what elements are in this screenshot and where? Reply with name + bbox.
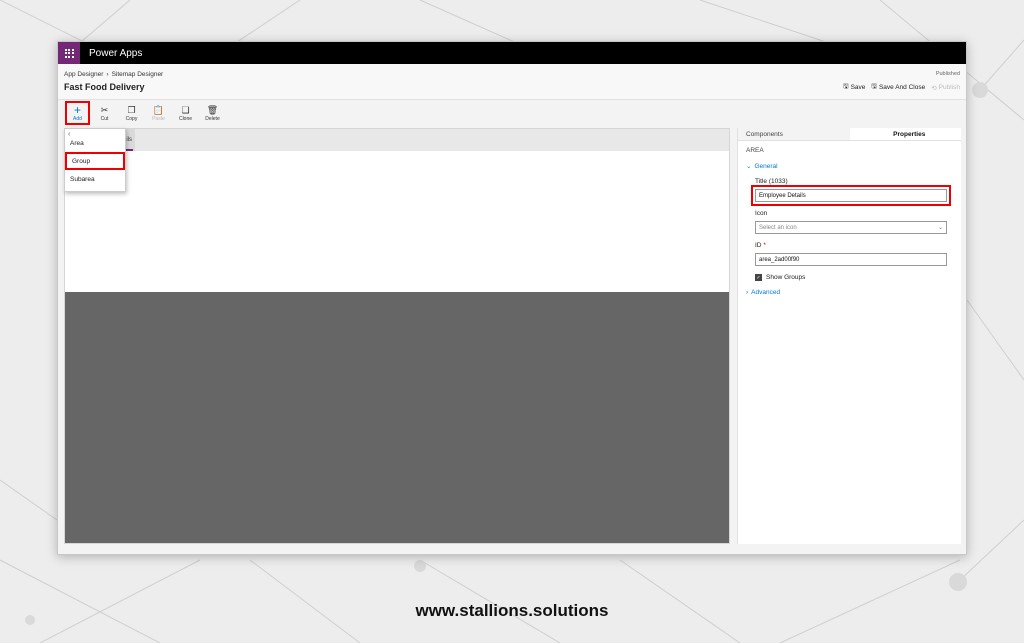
paste-button[interactable]: 📋 Paste: [146, 101, 171, 125]
show-groups-row[interactable]: ✓ Show Groups: [738, 274, 961, 281]
add-menu-item-subarea[interactable]: Subarea: [65, 170, 125, 188]
breadcrumb: App Designer › Sitemap Designer: [64, 71, 163, 78]
panel-heading: AREA: [746, 147, 764, 154]
tab-components[interactable]: Components: [738, 128, 850, 140]
general-section-toggle[interactable]: ⌄ General: [738, 154, 961, 171]
scissors-icon: ✂: [100, 104, 109, 115]
save-close-icon: 🖫: [871, 83, 877, 90]
app-window: Power Apps App Designer › Sitemap Design…: [57, 41, 967, 555]
add-menu: ‹ Area Group Subarea: [64, 128, 126, 192]
save-icon: 🖫: [843, 83, 849, 90]
publish-icon: ⟲: [931, 84, 937, 92]
canvas-area-region: ils: [65, 129, 729, 292]
icon-label: Icon: [755, 210, 768, 217]
add-menu-item-group[interactable]: Group: [65, 152, 125, 170]
chevron-down-icon: ⌄: [937, 225, 943, 231]
plus-icon: +: [73, 102, 81, 117]
clone-button[interactable]: ❏ Clone: [173, 101, 198, 125]
designer-header: App Designer › Sitemap Designer Fast Foo…: [58, 64, 966, 100]
area-tile-selection-bar: [125, 149, 133, 151]
chevron-down-icon: ⌄: [746, 163, 752, 170]
required-marker: *: [763, 242, 766, 249]
page-title: Fast Food Delivery: [64, 82, 145, 92]
add-menu-item-area[interactable]: Area: [65, 134, 125, 152]
cut-button[interactable]: ✂ Cut: [92, 101, 117, 125]
app-launcher-icon[interactable]: [58, 42, 80, 64]
advanced-section-toggle[interactable]: › Advanced: [738, 281, 961, 296]
copy-button[interactable]: ❐ Copy: [119, 101, 144, 125]
icon-select[interactable]: Select an icon ⌄: [755, 221, 947, 234]
save-and-close-button[interactable]: 🖫 Save And Close: [871, 82, 925, 93]
top-bar: Power Apps: [58, 42, 966, 64]
watermark-url: www.stallions.solutions: [415, 601, 609, 620]
breadcrumb-sitemap-designer: Sitemap Designer: [111, 71, 164, 78]
publish-status: Published: [935, 71, 960, 77]
breadcrumb-app-designer[interactable]: App Designer: [64, 71, 103, 78]
area-strip: ils: [65, 129, 729, 151]
publish-button[interactable]: ⟲ Publish: [931, 84, 960, 92]
clone-icon: ❏: [181, 104, 190, 115]
app-name: Power Apps: [89, 47, 143, 59]
area-tile-label: ils: [126, 137, 132, 143]
tab-properties[interactable]: Properties: [849, 128, 961, 140]
add-button[interactable]: + Add: [65, 101, 90, 125]
id-input[interactable]: area_2ad00f90: [755, 253, 947, 266]
copy-icon: ❐: [127, 104, 136, 115]
chevron-right-icon: ›: [106, 71, 109, 78]
trash-icon: 🗑: [206, 104, 219, 115]
paste-icon: 📋: [152, 104, 165, 115]
id-label: ID *: [755, 242, 766, 249]
save-button[interactable]: 🖫 Save: [843, 82, 865, 93]
sitemap-canvas[interactable]: ils: [64, 128, 730, 544]
chevron-right-icon: ›: [746, 289, 749, 296]
show-groups-checkbox[interactable]: ✓: [755, 274, 762, 281]
command-bar: + Add ✂ Cut ❐ Copy 📋 Paste ❏ Clone 🗑 Del…: [58, 100, 966, 125]
back-arrow-icon[interactable]: ‹: [68, 131, 70, 138]
panel-tabs: Components Properties: [738, 128, 961, 141]
title-label: Title (1033): [755, 178, 788, 185]
delete-button[interactable]: 🗑 Delete: [200, 101, 225, 125]
properties-panel: Components Properties AREA ⌄ General Tit…: [737, 128, 961, 544]
title-input[interactable]: Employee Details: [751, 185, 951, 206]
